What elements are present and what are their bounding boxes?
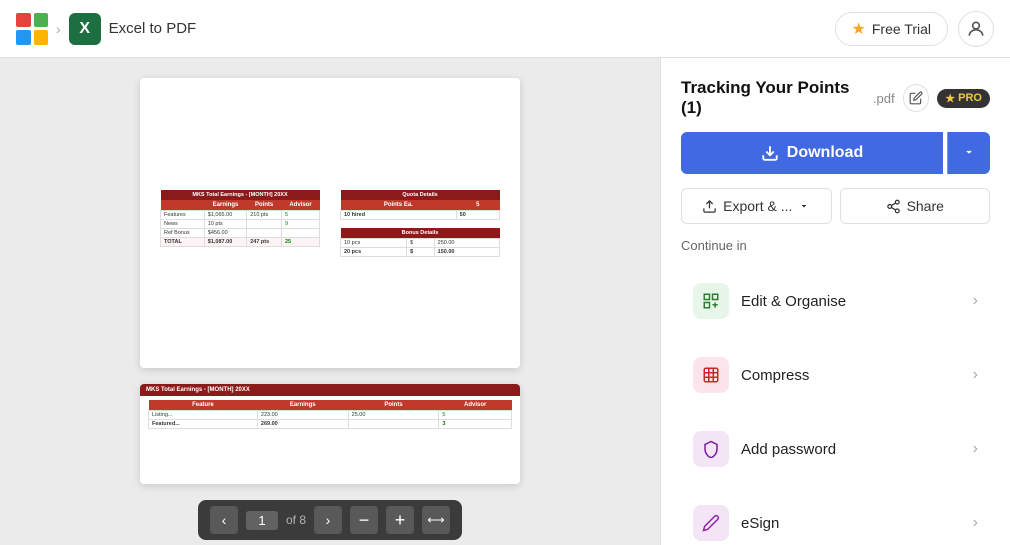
esign-label: eSign bbox=[741, 515, 961, 532]
export-chevron-icon bbox=[798, 200, 810, 212]
compress-label: Compress bbox=[741, 367, 961, 384]
esign-chevron-icon: › bbox=[973, 514, 978, 532]
tool-add-password[interactable]: Add password › bbox=[681, 419, 990, 479]
pro-badge: ★ PRO bbox=[937, 89, 990, 108]
logo-group: › X Excel to PDF bbox=[16, 13, 196, 45]
logo-y bbox=[34, 30, 49, 45]
share-label: Share bbox=[907, 198, 944, 214]
right-table-container: Quota Details Points Ea. 5 10 hired50 bbox=[340, 190, 500, 257]
edit-organise-label: Edit & Organise bbox=[741, 293, 961, 310]
pdf-page-2: MKS Total Earnings - [MONTH] 20XX Featur… bbox=[140, 384, 520, 484]
pro-label: PRO bbox=[958, 92, 982, 104]
prev-page-button[interactable]: ‹ bbox=[210, 506, 238, 534]
action-row: Export & ... Share bbox=[681, 188, 990, 224]
edit-organise-icon bbox=[693, 283, 729, 319]
pro-star-icon: ★ bbox=[945, 92, 955, 105]
add-password-chevron-icon: › bbox=[973, 440, 978, 458]
next-page-button[interactable]: › bbox=[314, 506, 342, 534]
zoom-in-button[interactable]: + bbox=[386, 506, 414, 534]
bonus-table: Bonus Details 10 pcs$250.00 20 pcs$150.0… bbox=[340, 228, 500, 257]
free-trial-label: Free Trial bbox=[872, 21, 931, 37]
share-button[interactable]: Share bbox=[840, 188, 991, 224]
tool-compress[interactable]: Compress › bbox=[681, 345, 990, 405]
free-trial-button[interactable]: ★ Free Trial bbox=[835, 12, 948, 46]
logo-b bbox=[16, 30, 31, 45]
quota-table: Quota Details Points Ea. 5 10 hired50 bbox=[340, 190, 500, 220]
logo-g bbox=[34, 13, 49, 28]
page2-table: Feature Earnings Points Advisor Listing.… bbox=[148, 400, 512, 429]
app-header: › X Excel to PDF ★ Free Trial bbox=[0, 0, 1010, 58]
zoom-out-button[interactable]: − bbox=[350, 506, 378, 534]
page-navigation: ‹ of 8 › − + ⟷ bbox=[198, 500, 462, 540]
pdf-page-1: MKS Total Earnings - [MONTH] 20XX Earnin… bbox=[140, 78, 520, 368]
compress-icon bbox=[693, 357, 729, 393]
smallpdf-logo bbox=[16, 13, 48, 45]
earnings-table: MKS Total Earnings - [MONTH] 20XX Earnin… bbox=[160, 190, 320, 247]
esign-icon bbox=[693, 505, 729, 541]
edit-filename-button[interactable] bbox=[903, 84, 930, 112]
breadcrumb-chevron: › bbox=[56, 21, 61, 37]
download-options-button[interactable] bbox=[947, 132, 990, 174]
file-extension: .pdf bbox=[873, 91, 895, 106]
download-label: Download bbox=[787, 144, 863, 162]
pdf-preview-panel: MKS Total Earnings - [MONTH] 20XX Earnin… bbox=[0, 58, 660, 545]
download-row: Download bbox=[681, 132, 990, 174]
export-label: Export & ... bbox=[723, 198, 792, 214]
download-button[interactable]: Download bbox=[681, 132, 943, 174]
continue-in-label: Continue in bbox=[681, 238, 990, 253]
file-name: Tracking Your Points (1) bbox=[681, 78, 865, 118]
page-total: of 8 bbox=[286, 513, 306, 527]
logo-r bbox=[16, 13, 31, 28]
excel-icon: X bbox=[69, 13, 101, 45]
compress-chevron-icon: › bbox=[973, 366, 978, 384]
user-account-button[interactable] bbox=[958, 11, 994, 47]
share-icon bbox=[886, 199, 901, 214]
add-password-icon bbox=[693, 431, 729, 467]
main-content: MKS Total Earnings - [MONTH] 20XX Earnin… bbox=[0, 58, 1010, 545]
page-thumbnail-content: MKS Total Earnings - [MONTH] 20XX Earnin… bbox=[140, 170, 520, 277]
tool-edit-organise[interactable]: Edit & Organise › bbox=[681, 271, 990, 331]
right-panel: Tracking Your Points (1) .pdf ★ PRO bbox=[660, 58, 1010, 545]
page-title: Excel to PDF bbox=[109, 20, 197, 37]
fit-page-button[interactable]: ⟷ bbox=[422, 506, 450, 534]
export-button[interactable]: Export & ... bbox=[681, 188, 832, 224]
left-table-container: MKS Total Earnings - [MONTH] 20XX Earnin… bbox=[160, 190, 320, 257]
tool-esign[interactable]: eSign › bbox=[681, 493, 990, 545]
edit-organise-chevron-icon: › bbox=[973, 292, 978, 310]
add-password-label: Add password bbox=[741, 441, 961, 458]
star-icon: ★ bbox=[852, 19, 866, 39]
file-title-row: Tracking Your Points (1) .pdf ★ PRO bbox=[681, 78, 990, 118]
page-number-input[interactable] bbox=[246, 511, 278, 530]
page2-header: MKS Total Earnings - [MONTH] 20XX bbox=[140, 384, 520, 396]
